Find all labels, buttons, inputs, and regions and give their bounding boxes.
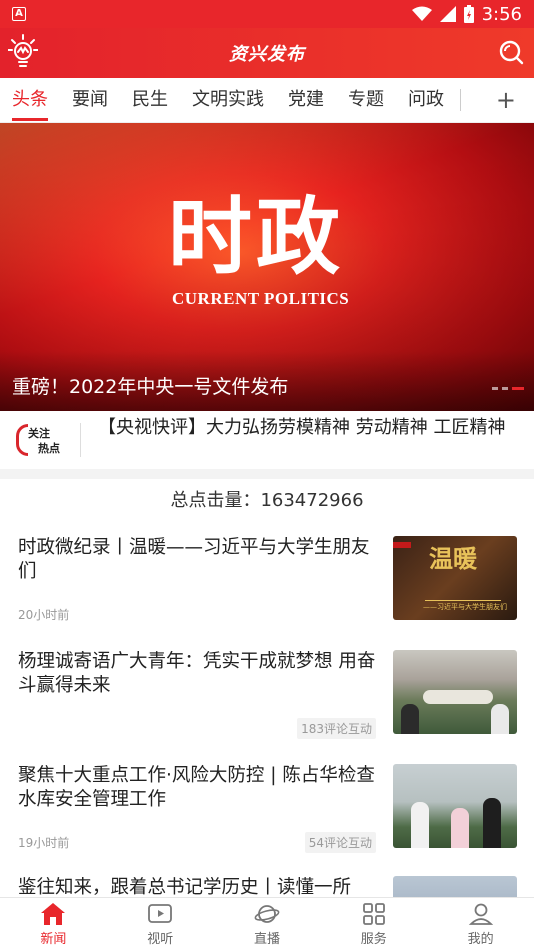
clock: 3:56: [481, 3, 522, 25]
badge-line2: 热点: [38, 442, 60, 455]
news-title[interactable]: 时政微纪录丨温暖——习近平与大学生朋友们: [18, 536, 378, 584]
app-notification-icon: A: [12, 7, 26, 21]
app-title: 资兴发布: [229, 44, 305, 65]
tab-news[interactable]: 要闻: [60, 78, 120, 123]
thumb-meeting-table: [423, 690, 493, 704]
thumb-rule: [425, 600, 501, 601]
add-channel-button[interactable]: +: [496, 88, 516, 112]
badge-arc-icon: [16, 424, 28, 456]
tab-divider: [460, 89, 461, 111]
news-title[interactable]: 鉴往知来，跟着总书记学历史丨读懂一所: [18, 876, 378, 897]
section-gap: [0, 469, 534, 479]
tab-inquiry[interactable]: 问政: [396, 78, 456, 123]
status-icons: 3:56: [411, 3, 522, 25]
tab-headlines[interactable]: 头条: [0, 78, 60, 123]
news-thumbnail[interactable]: [393, 650, 517, 734]
badge-line1: 关注: [28, 427, 50, 440]
nav-news[interactable]: 新闻: [0, 898, 107, 950]
carousel-dot: [492, 387, 498, 390]
thumb-person: [483, 798, 501, 848]
banner-carousel[interactable]: 时政 CURRENT POLITICS 重磅！2022年中央一号文件发布: [0, 123, 534, 411]
search-icon[interactable]: [498, 39, 524, 65]
hot-topic-strip[interactable]: 关注 热点 【央视快评】大力弘扬劳模精神 劳动精神 工匠精神: [0, 411, 534, 469]
news-title[interactable]: 聚焦十大重点工作·风险大防控 | 陈占华检查水库安全管理工作: [18, 764, 378, 812]
nav-label: 我的: [467, 931, 494, 947]
bottom-navigation: 新闻 视听 直播 服务 我的: [0, 897, 534, 950]
grid-icon: [362, 902, 385, 925]
news-item[interactable]: 杨理诚寄语广大青年：凭实干成就梦想 用奋斗赢得未来 183评论互动: [0, 650, 534, 763]
banner-subtitle-text: CURRENT POLITICS: [172, 289, 350, 308]
nav-label: 视听: [147, 931, 174, 947]
channel-tabs: 头条 要闻 民生 文明实践 党建 专题 问政 +: [0, 78, 534, 123]
news-thumbnail[interactable]: [393, 876, 517, 897]
divider: [80, 423, 81, 457]
nav-label: 服务: [360, 931, 387, 947]
news-item[interactable]: 聚焦十大重点工作·风险大防控 | 陈占华检查水库安全管理工作 19小时前 54评…: [0, 764, 534, 877]
news-thumbnail[interactable]: 温暖 ——习近平与大学生朋友们: [393, 536, 517, 620]
app-header: 资兴发布: [0, 28, 534, 78]
news-title[interactable]: 杨理诚寄语广大青年：凭实干成就梦想 用奋斗赢得未来: [18, 650, 378, 698]
nav-media[interactable]: 视听: [107, 898, 214, 950]
news-time: 19小时前: [18, 836, 70, 850]
wifi-icon: [411, 6, 432, 21]
carousel-dot-active: [512, 387, 524, 390]
nav-profile[interactable]: 我的: [427, 898, 534, 950]
news-item[interactable]: 鉴往知来，跟着总书记学历史丨读懂一所: [0, 876, 534, 897]
user-icon: [468, 903, 493, 925]
news-time: 20小时前: [18, 608, 70, 622]
thumb-person: [411, 802, 429, 848]
planet-icon: [254, 904, 280, 923]
nav-services[interactable]: 服务: [320, 898, 427, 950]
thumb-person: [401, 704, 419, 734]
comment-count-badge: 54评论互动: [304, 832, 376, 853]
news-item[interactable]: 时政微纪录丨温暖——习近平与大学生朋友们 20小时前 温暖 ——习近平与大学生朋…: [0, 536, 534, 649]
tab-livelihood[interactable]: 民生: [120, 78, 180, 123]
play-icon: [148, 903, 173, 923]
hot-topic-badge: 关注 热点: [16, 424, 66, 456]
lightbulb-logo-icon[interactable]: [8, 34, 38, 70]
status-bar: A 3:56: [0, 0, 534, 28]
thumb-flag: [393, 542, 411, 548]
comment-count-badge: 183评论互动: [297, 718, 376, 739]
nav-live[interactable]: 直播: [214, 898, 321, 950]
nav-label: 直播: [253, 931, 280, 947]
home-icon: [41, 902, 66, 925]
banner-headline-text: 时政: [168, 187, 345, 286]
nav-label: 新闻: [40, 931, 67, 947]
news-thumbnail[interactable]: [393, 764, 517, 848]
hot-topic-headline[interactable]: 【央视快评】大力弘扬劳模精神 劳动精神 工匠精神: [98, 417, 522, 439]
tab-party-building[interactable]: 党建: [276, 78, 336, 123]
thumb-person: [491, 704, 509, 734]
tab-civilization-practice[interactable]: 文明实践: [180, 78, 276, 123]
signal-icon: [439, 6, 456, 22]
carousel-dot: [502, 387, 508, 390]
total-clicks: 总点击量：163472966: [170, 490, 364, 511]
thumb-person: [451, 808, 469, 848]
battery-charging-icon: [463, 5, 474, 23]
thumb-subtitle-text: ——习近平与大学生朋友们: [423, 603, 507, 611]
thumb-title-text: 温暖: [429, 544, 477, 573]
tab-special-topics[interactable]: 专题: [336, 78, 396, 123]
banner-caption: 重磅！2022年中央一号文件发布: [12, 376, 289, 398]
carousel-indicator: [492, 387, 524, 390]
